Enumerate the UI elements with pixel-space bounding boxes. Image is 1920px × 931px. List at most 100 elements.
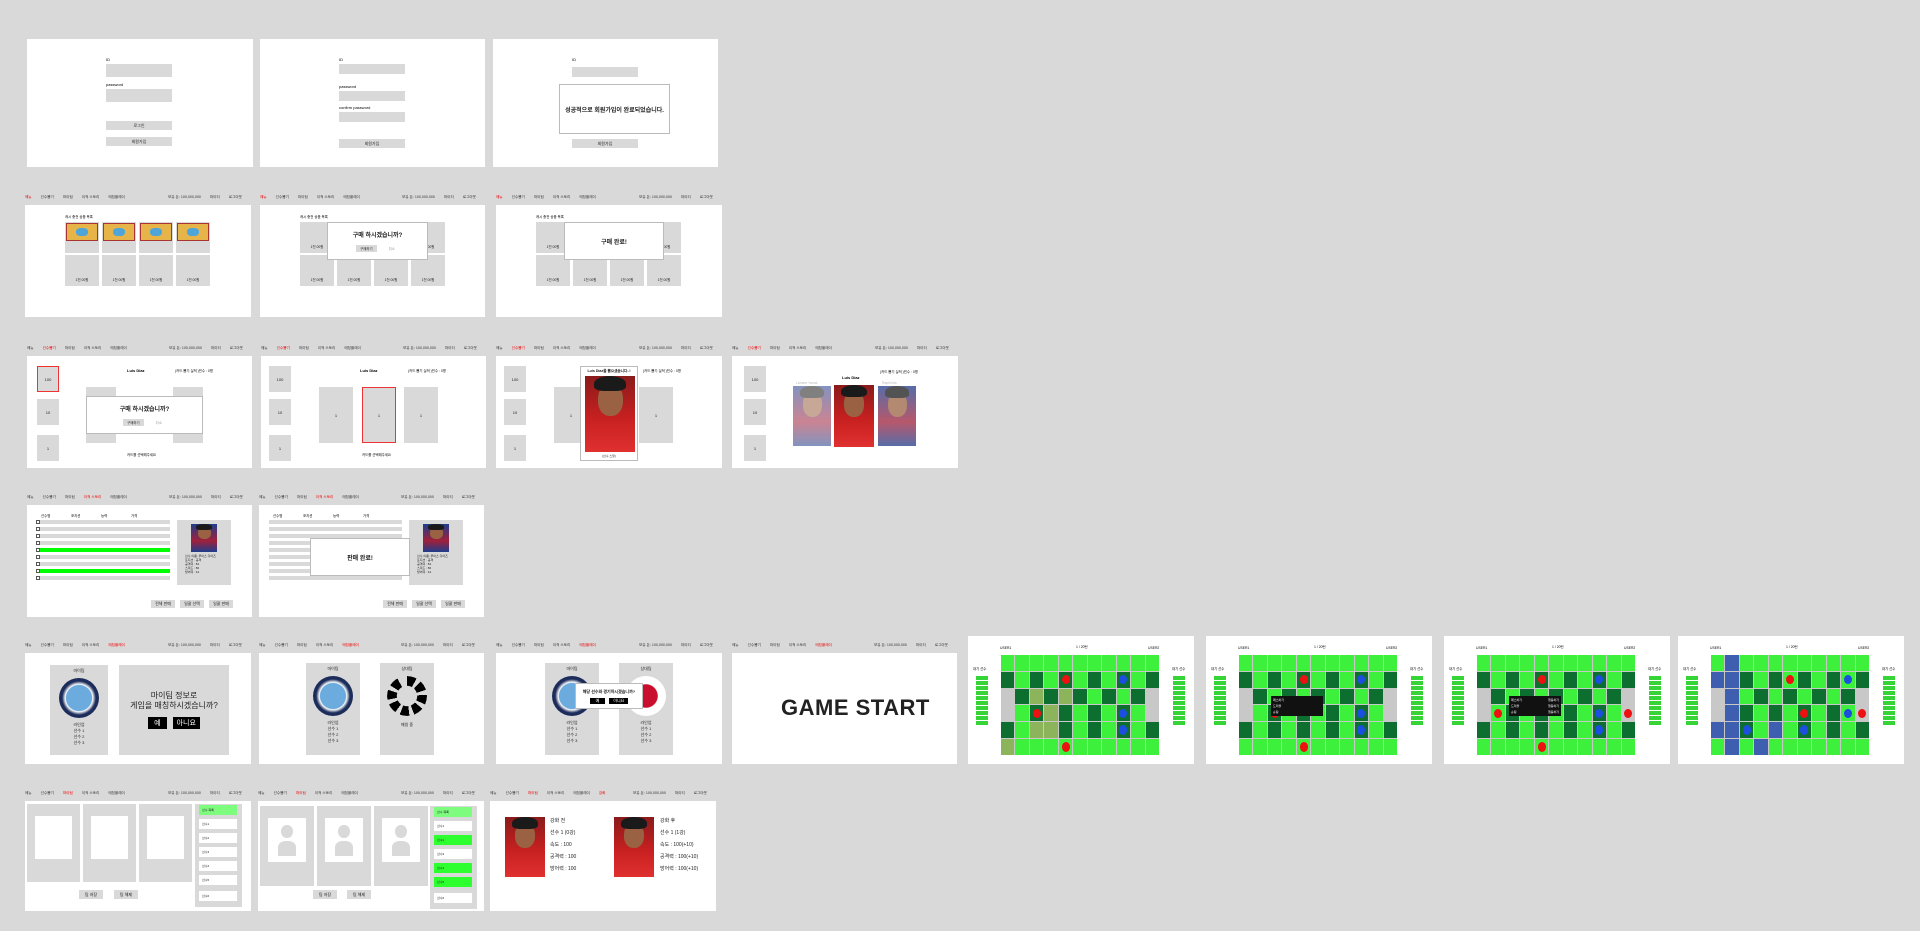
board-square[interactable] [1131,688,1145,705]
red-player-token[interactable] [1537,674,1546,685]
board-square[interactable] [1253,688,1267,705]
board-square[interactable] [1239,671,1253,688]
shop-item[interactable] [139,222,173,253]
gacha-tier-10[interactable]: 10 [504,399,526,425]
board-square[interactable] [1325,688,1340,705]
board-square[interactable] [1354,705,1369,722]
row-checkbox[interactable] [36,520,40,524]
board-square[interactable] [1812,655,1826,671]
shop-item[interactable] [102,222,136,253]
nav-logout[interactable]: 로그아웃 [462,643,475,648]
board-square[interactable] [1855,722,1869,739]
board-square[interactable] [1015,739,1029,755]
nav-transfer[interactable]: 이적 스토리 [553,346,571,351]
board-square[interactable] [1797,688,1812,705]
nav-match[interactable]: 매칭플레이 [815,346,832,351]
nav-match[interactable]: 매칭플레이 [341,791,358,796]
board-square[interactable] [1087,655,1102,671]
bench-left[interactable] [1452,676,1464,725]
board-square[interactable] [1145,739,1159,755]
nav-transfer[interactable]: 이적 스토리 [316,643,334,648]
board-square[interactable] [1534,722,1549,739]
nav-logout[interactable]: 로그아웃 [462,495,475,500]
red-player-token[interactable] [1061,742,1070,752]
password-input[interactable] [339,91,405,101]
board-square[interactable] [1340,739,1354,755]
nav-logout[interactable]: 로그아웃 [229,791,242,796]
nav-gacha[interactable]: 선수뽑기 [506,791,519,796]
nav-mypage[interactable]: 마이티 [211,495,221,500]
board-square[interactable] [1711,739,1725,755]
team-slot[interactable] [317,806,371,886]
board-square[interactable] [1477,688,1491,705]
board-square[interactable] [1073,739,1087,755]
nav-gacha[interactable]: 선수뽑기 [275,643,288,648]
board-square[interactable] [1073,671,1087,688]
blue-player-token[interactable] [1357,725,1366,735]
board-square[interactable] [1739,655,1754,671]
game-board[interactable] [1711,655,1869,755]
board-square[interactable] [1607,688,1621,705]
team-save-button[interactable]: 팀 저장 [79,890,103,899]
red-player-token[interactable] [1858,708,1867,719]
red-player-token[interactable] [1299,742,1308,752]
gacha-card[interactable]: 1 [404,387,438,443]
nav-logout[interactable]: 로그아웃 [229,643,242,648]
table-row[interactable] [37,555,170,559]
team-slot[interactable] [374,806,428,886]
board-square[interactable] [1015,655,1029,671]
row-checkbox[interactable] [36,534,40,538]
nav-transfer[interactable]: 이적 스토리 [82,791,100,796]
list-item[interactable]: 선수6 [434,893,472,903]
board-square[interactable] [1477,671,1491,688]
board-square[interactable] [1491,739,1505,755]
nav-gacha[interactable]: 선수뽑기 [512,346,525,351]
board-square[interactable] [1797,739,1812,755]
board-square[interactable] [1592,722,1607,739]
board-square[interactable] [1812,688,1826,705]
board-square[interactable] [1621,705,1635,722]
buy-yes-button[interactable]: 구매하기 [123,419,144,426]
board-square[interactable] [1534,655,1549,671]
board-square[interactable] [1621,739,1635,755]
nav-myteam[interactable]: 마이팀 [534,643,544,648]
board-square[interactable] [1145,705,1159,722]
nav-mypage[interactable]: 마이티 [917,346,927,351]
board-square[interactable] [1369,655,1383,671]
nav-match[interactable]: 매칭플레이 [815,643,832,648]
board-square[interactable] [1592,705,1607,722]
shop-item[interactable] [65,222,99,253]
board-square[interactable] [1102,688,1116,705]
board-square[interactable] [1369,705,1383,722]
board-square[interactable] [1029,688,1044,705]
board-square[interactable] [1354,722,1369,739]
team-slot[interactable] [139,804,192,882]
board-square[interactable] [1102,722,1116,739]
list-item-selected[interactable]: 선수2 [434,835,472,845]
board-square[interactable] [1739,739,1754,755]
nav-match[interactable]: 매칭플레이 [343,195,360,200]
nav-logout[interactable]: 로그아웃 [229,195,242,200]
nav-logout[interactable]: 로그아웃 [936,346,949,351]
board-square[interactable] [1563,655,1578,671]
nav-match[interactable]: 매칭플레이 [579,195,596,200]
nav-gacha[interactable]: 선수뽑기 [41,643,54,648]
nav-transfer[interactable]: 이적 스토리 [84,346,102,351]
nav-myteam[interactable]: 마이팀 [770,346,780,351]
nav-menu[interactable]: 메뉴 [490,791,497,796]
table-row[interactable] [37,520,170,524]
board-square[interactable] [1001,688,1015,705]
board-square[interactable] [1725,688,1739,705]
board-square[interactable] [1239,688,1253,705]
blue-player-token[interactable] [1742,725,1751,735]
board-square[interactable] [1282,739,1296,755]
board-square[interactable] [1739,722,1754,739]
board-square[interactable] [1739,688,1754,705]
blue-player-token[interactable] [1119,725,1128,735]
nav-logout[interactable]: 로그아웃 [694,791,707,796]
nav-mypage[interactable]: 마이티 [443,791,453,796]
row-checkbox[interactable] [36,569,40,573]
board-square[interactable] [1841,671,1855,688]
nav-menu[interactable]: 메뉴 [25,643,32,648]
board-square[interactable] [1001,705,1015,722]
